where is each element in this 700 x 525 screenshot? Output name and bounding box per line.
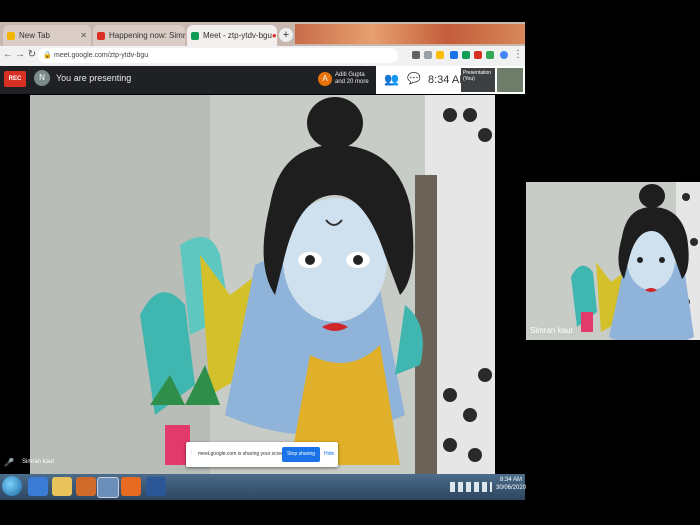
tab-meet[interactable]: Meet - ztp-ytdv-bgu ●	[187, 25, 277, 46]
local-participant-name: Simran kaur	[22, 459, 55, 465]
search-icon[interactable]	[424, 51, 432, 59]
participant-name: Simran kaur	[530, 326, 574, 335]
gmail-favicon-icon	[97, 31, 105, 40]
address-bar[interactable]: 🔒 meet.google.com/ztp-ytdv-bgu	[38, 48, 398, 63]
profile-avatar[interactable]	[500, 51, 508, 59]
cast-icon[interactable]	[412, 51, 420, 59]
screen-share-notification: ⋮ meet.google.com is sharing your screen…	[186, 442, 338, 467]
firefox-icon[interactable]	[121, 477, 141, 496]
tab-label: New Tab	[19, 31, 50, 40]
folder-icon[interactable]	[52, 477, 72, 496]
taskbar-date: 30/06/2020	[496, 485, 527, 491]
chrome-icon[interactable]	[97, 477, 119, 498]
recording-badge: REC	[4, 71, 26, 87]
stop-sharing-button[interactable]: Stop sharing	[282, 447, 320, 462]
tile-sublabel: (You)	[463, 76, 475, 82]
back-arrow-icon[interactable]: ←	[2, 49, 14, 61]
participant-avatar: A	[318, 72, 332, 86]
url-text: meet.google.com/ztp-ytdv-bgu	[54, 52, 149, 59]
extension-icon[interactable]	[450, 51, 458, 59]
presentation-tile[interactable]: Presentation (You)	[461, 68, 495, 92]
craft-figure-image	[30, 95, 495, 475]
tab-happening-now[interactable]: Happening now: Simran kaur c ✕	[93, 25, 185, 46]
self-view-tile[interactable]	[497, 68, 523, 92]
media-player-icon[interactable]	[76, 477, 96, 496]
system-tray-icons[interactable]	[450, 482, 492, 492]
drag-handle-icon[interactable]: ⋮	[189, 450, 194, 456]
presenter-avatar: N	[34, 70, 50, 86]
star-icon[interactable]	[436, 51, 444, 59]
new-tab-button[interactable]: +	[279, 28, 293, 42]
extension-icon[interactable]	[474, 51, 482, 59]
participant-name: Aditi Gupta	[335, 72, 365, 78]
meet-favicon-icon	[191, 31, 199, 40]
lock-icon: 🔒	[43, 52, 52, 59]
extension-icon[interactable]	[462, 51, 470, 59]
microphone-icon: 🎤	[4, 458, 14, 467]
app-icon[interactable]	[146, 477, 166, 496]
tab-new-tab[interactable]: New Tab ✕	[3, 25, 91, 46]
reload-icon[interactable]: ↻	[26, 49, 38, 61]
chat-icon[interactable]: 💬	[407, 72, 421, 85]
participant-tile[interactable]: Simran kaur	[526, 182, 700, 340]
taskbar-time: 8:34 AM	[499, 477, 522, 483]
ie-icon[interactable]	[28, 477, 48, 496]
recording-dot-icon: ●	[271, 31, 277, 40]
forward-arrow-icon[interactable]: →	[14, 49, 26, 61]
close-icon[interactable]: ✕	[80, 31, 87, 40]
new-tab-favicon-icon	[7, 31, 15, 40]
share-notification-text: meet.google.com is sharing your screen.	[198, 451, 289, 457]
browser-toolbar: ← → ↻ 🔒 meet.google.com/ztp-ytdv-bgu ⋮	[0, 46, 525, 67]
participants-summary[interactable]: Aditi Gupta and 20 more	[335, 72, 375, 86]
presenting-status: You are presenting	[56, 73, 132, 83]
participant-count: and 20 more	[335, 79, 369, 85]
participant-video-image	[526, 182, 700, 340]
tabstrip-background-image	[295, 24, 525, 44]
start-button[interactable]	[2, 476, 22, 496]
taskbar-clock[interactable]: 8:34 AM 30/06/2020	[496, 476, 527, 492]
extension-icon[interactable]	[486, 51, 494, 59]
menu-icon[interactable]: ⋮	[512, 49, 524, 61]
tab-label: Happening now: Simran kaur c	[109, 31, 185, 40]
tab-label: Meet - ztp-ytdv-bgu	[203, 31, 272, 40]
hide-button[interactable]: Hide	[324, 451, 334, 457]
people-icon[interactable]: 👥	[384, 72, 399, 86]
presentation-video	[30, 95, 495, 475]
